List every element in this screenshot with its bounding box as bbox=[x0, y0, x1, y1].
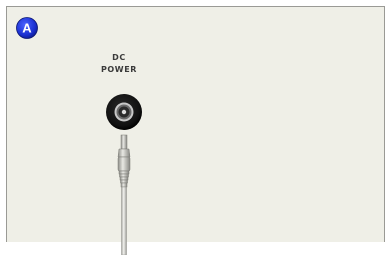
port-label-line2: POWER bbox=[100, 65, 138, 74]
dc-power-jack-icon bbox=[106, 94, 142, 255]
port-label-line1: DC bbox=[112, 53, 126, 62]
plug-body bbox=[117, 156, 131, 172]
rear-panel-diagram: A DC POWER bbox=[6, 6, 385, 255]
plug-tip bbox=[120, 134, 128, 150]
port-label: DC POWER bbox=[96, 52, 142, 76]
power-cable-plug-icon bbox=[121, 186, 127, 255]
letter-a-badge-icon: A bbox=[16, 17, 38, 39]
badge-letter: A bbox=[22, 21, 32, 36]
